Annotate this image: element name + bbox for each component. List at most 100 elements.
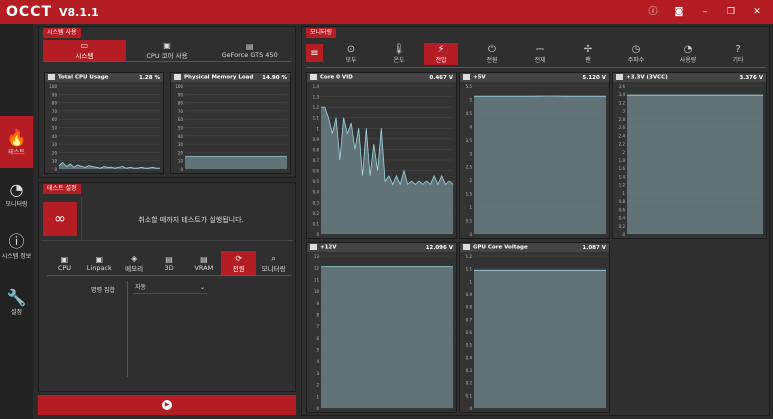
minimize-icon[interactable]: – <box>699 5 711 19</box>
gpu-icon: ▤ <box>200 254 208 264</box>
info-icon[interactable]: ⓘ <box>647 5 659 19</box>
camera-icon[interactable]: ◙ <box>673 5 685 19</box>
tab-voltage[interactable]: ⚡ 전압 <box>424 43 458 65</box>
tab-cpu-core[interactable]: ▣ CPU 코어 사용 <box>126 40 209 61</box>
tick-label: 0.2 <box>313 211 320 216</box>
cpu-icon: ▣ <box>95 254 104 264</box>
tick-label: 10 <box>314 289 320 294</box>
tick-label: 4 <box>316 359 319 364</box>
tab-usage[interactable]: ◔ 사용량 <box>668 43 708 65</box>
laptop-icon: ▭ <box>80 41 89 50</box>
tick-label: 20 <box>178 150 184 155</box>
memory-icon <box>174 74 181 81</box>
tick-label: 1 <box>469 205 472 210</box>
close-icon[interactable]: ✕ <box>751 5 763 19</box>
tick-label: 0.7 <box>313 158 320 163</box>
graph-12v: +12V 12.096 V 13 12 11 10 9 8 7 6 5 4 3 2 1 0 <box>306 242 457 413</box>
motherboard-icon <box>463 74 470 81</box>
motherboard-icon <box>310 244 317 251</box>
info-icon: ⓘ <box>8 231 25 251</box>
infinite-mode-button[interactable]: ∞ <box>43 202 77 236</box>
tick-label: 3 <box>469 151 472 156</box>
gpu-icon: ▤ <box>165 254 173 264</box>
plug-icon: ⏻ <box>488 44 496 55</box>
tick-label: 1.1 <box>313 116 320 121</box>
restore-icon[interactable]: ❐ <box>725 5 737 19</box>
question-icon: ? <box>735 44 741 55</box>
tick-label: 0.8 <box>619 199 626 204</box>
tick-label: 90 <box>52 92 58 97</box>
play-icon: ▶ <box>162 400 172 410</box>
tick-label: 0.3 <box>313 200 320 205</box>
tick-label: 0.6 <box>619 207 626 212</box>
tick-label: 2 <box>316 383 319 388</box>
start-test-button[interactable]: ▶ <box>38 395 296 415</box>
tick-label: 2.4 <box>619 133 626 138</box>
tab-all[interactable]: ⊙ 모두 <box>331 43 371 65</box>
tick-label: 2 <box>469 178 472 183</box>
tick-label: 0.8 <box>466 305 473 310</box>
tab-temperature[interactable]: 🌡 온도 <box>379 43 419 65</box>
graph-3v3: +3.3V (3VCC) 3.376 V 3.6 3.4 3.2 3 2.8 2.6 2.4 2… <box>612 72 767 239</box>
tick-label: 3.2 <box>619 100 626 105</box>
tick-label: 2.5 <box>466 165 473 170</box>
tick-label: 0.2 <box>619 224 626 229</box>
tab-power[interactable]: ⏻ 전원 <box>472 43 512 65</box>
tick-label: 0.5 <box>466 343 473 348</box>
tick-label: 50 <box>178 126 184 131</box>
tab-current[interactable]: ⎓ 전재 <box>520 43 560 65</box>
test-mode-row: ∞ 취소할 때까지 테스트가 실행됩니다. <box>41 197 293 241</box>
tick-label: 5.5 <box>466 84 473 89</box>
sidebar-item-settings[interactable]: 🔧 설정 <box>0 276 33 328</box>
tick-label: 0.7 <box>466 317 473 322</box>
sidebar-item-test[interactable]: 🔥 테스트 <box>0 116 33 168</box>
tab-linpack[interactable]: ▣ Linpack <box>82 251 117 275</box>
tab-monitoring[interactable]: ⌕ 모니터링 <box>256 251 291 275</box>
tick-label: 4 <box>469 124 472 129</box>
menu-button[interactable]: ≡ <box>306 44 323 62</box>
tab-other[interactable]: ? 기타 <box>718 43 758 65</box>
infinity-icon: ∞ <box>54 211 66 227</box>
monitor-tabs: ⊙ 모두 🌡 온도 ⚡ 전압 ⏻ 전원 ⎓ 전재 ✢ 팬 ◷ 주파수 ◔ 사용량 ? 기타 <box>326 43 766 65</box>
system-usage-title: 시스템 사용 <box>43 27 81 38</box>
tab-3d[interactable]: ▤ 3D <box>152 251 187 275</box>
tick-label: 10 <box>178 159 184 164</box>
tick-label: 2 <box>622 150 625 155</box>
tick-label: 0.5 <box>313 179 320 184</box>
tick-label: 1.2 <box>313 105 320 110</box>
tab-system[interactable]: ▭ 시스템 <box>43 40 126 61</box>
tick-label: 40 <box>178 134 184 139</box>
tab-memory[interactable]: ◈ 메모리 <box>117 251 152 275</box>
tick-label: 1 <box>316 126 319 131</box>
tab-cpu[interactable]: ▣ CPU <box>47 251 82 275</box>
fan-icon: ✢ <box>583 44 593 55</box>
tab-fan[interactable]: ✢ 팬 <box>568 43 608 65</box>
sidebar-item-monitoring[interactable]: ◔ 모니터링 <box>0 168 33 220</box>
tick-label: 8 <box>316 312 319 317</box>
tick-label: 50 <box>52 126 58 131</box>
graph-core0-vid: Core 0 VID 0.467 V 1.4 1.3 1.2 1.1 1 0.9 0.8 0.7… <box>306 72 457 239</box>
chevron-down-icon: ⌄ <box>199 284 205 291</box>
tick-label: 0 <box>180 167 183 172</box>
tick-label: 1.1 <box>466 267 473 272</box>
gauge-icon: ⊙ <box>346 44 356 55</box>
tick-label: 70 <box>178 109 184 114</box>
tick-label: 0.9 <box>466 292 473 297</box>
tab-vram[interactable]: ▤ VRAM <box>186 251 221 275</box>
chart-gpu-core-voltage: 1.2 1.1 1 0.9 0.8 0.7 0.6 0.5 0.4 0.3 0.2 0.1 0 <box>466 254 606 411</box>
gpu-icon <box>463 244 470 251</box>
test-settings-title: 테스트 설정 <box>43 183 81 194</box>
tick-label: 9 <box>316 301 319 306</box>
tick-label: 0.1 <box>313 221 320 226</box>
instruction-set-select[interactable]: 자동 ⌄ <box>133 283 207 294</box>
tick-label: 2.8 <box>619 117 626 122</box>
tick-label: 30 <box>52 142 58 147</box>
tick-label: 0.8 <box>313 147 320 152</box>
monitoring-panel: 모니터링 ≡ ⊙ 모두 🌡 온도 ⚡ 전압 ⏻ 전원 ⎓ 전재 ✢ 팬 ◷ 주파수 ◔ 사용량 … <box>301 26 770 416</box>
tab-frequency[interactable]: ◷ 주파수 <box>616 43 656 65</box>
title-bar: OCCT V8.1.1 ⓘ ◙ – ❐ ✕ <box>0 0 773 24</box>
memory-icon: ◈ <box>131 253 138 263</box>
tab-gpu[interactable]: ▤ GeForce GTS 450 <box>208 40 291 61</box>
tab-power[interactable]: ⟳ 전원 <box>221 251 257 275</box>
sidebar-item-system-info[interactable]: ⓘ 시스템 정보 <box>0 220 33 272</box>
